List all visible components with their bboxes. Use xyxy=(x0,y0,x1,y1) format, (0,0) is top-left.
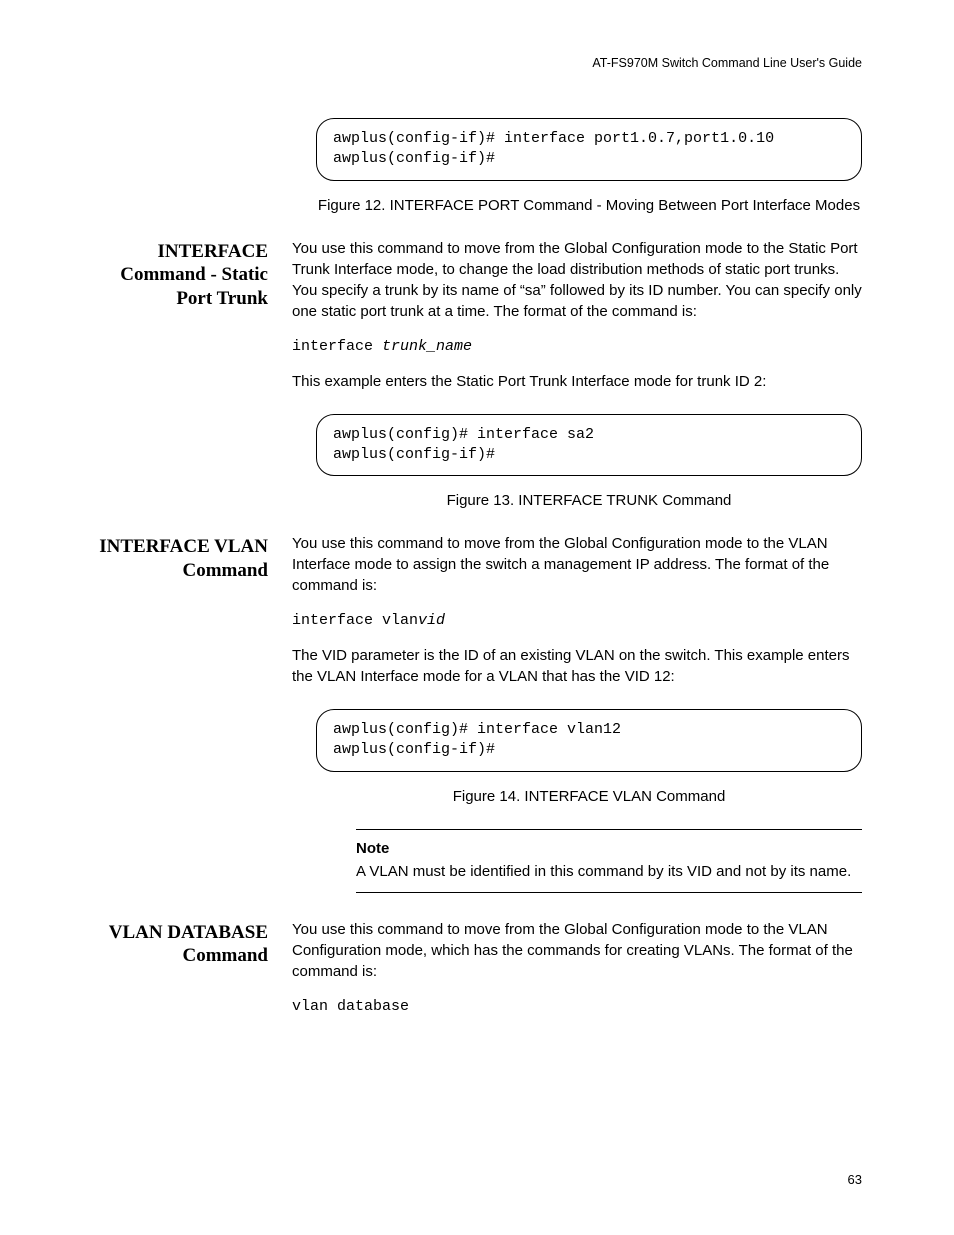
command-syntax-2: interface vlanvid xyxy=(292,610,862,631)
section-interface-static-port-trunk: INTERFACE Command - Static Port Trunk Yo… xyxy=(92,238,862,406)
note-text: A VLAN must be identified in this comman… xyxy=(356,863,851,880)
cmd-text: interface vlan xyxy=(292,612,418,629)
note-label: Note xyxy=(356,838,862,859)
section-body-1: You use this command to move from the Gl… xyxy=(292,238,862,406)
note-box: Note A VLAN must be identified in this c… xyxy=(356,829,862,893)
figure-caption-14: Figure 14. INTERFACE VLAN Command xyxy=(316,786,862,807)
code-box-1: awplus(config-if)# interface port1.0.7,p… xyxy=(316,118,862,181)
section-heading-2: INTERFACE VLAN Command xyxy=(92,533,292,701)
paragraph: You use this command to move from the Gl… xyxy=(292,238,862,322)
paragraph: You use this command to move from the Gl… xyxy=(292,919,862,982)
section-body-3: You use this command to move from the Gl… xyxy=(292,919,862,1031)
section-heading-3: VLAN DATABASE Command xyxy=(92,919,292,1031)
paragraph: This example enters the Static Port Trun… xyxy=(292,371,862,392)
page-number: 63 xyxy=(848,1172,862,1187)
figure-caption-13: Figure 13. INTERFACE TRUNK Command xyxy=(316,490,862,511)
section-vlan-database: VLAN DATABASE Command You use this comma… xyxy=(92,919,862,1031)
command-syntax-1: interface trunk_name xyxy=(292,336,862,357)
cmd-param: vid xyxy=(418,612,445,629)
cmd-param: trunk_name xyxy=(382,338,472,355)
code-box-3: awplus(config)# interface vlan12 awplus(… xyxy=(316,709,862,772)
paragraph: The VID parameter is the ID of an existi… xyxy=(292,645,862,687)
code-box-2: awplus(config)# interface sa2 awplus(con… xyxy=(316,414,862,477)
figure-caption-12: Figure 12. INTERFACE PORT Command - Movi… xyxy=(316,195,862,216)
cmd-text: interface xyxy=(292,338,382,355)
page-header: AT-FS970M Switch Command Line User's Gui… xyxy=(92,56,862,70)
command-syntax-3: vlan database xyxy=(292,996,862,1017)
section-interface-vlan: INTERFACE VLAN Command You use this comm… xyxy=(92,533,862,701)
section-heading-1: INTERFACE Command - Static Port Trunk xyxy=(92,238,292,406)
section-body-2: You use this command to move from the Gl… xyxy=(292,533,862,701)
paragraph: You use this command to move from the Gl… xyxy=(292,533,862,596)
